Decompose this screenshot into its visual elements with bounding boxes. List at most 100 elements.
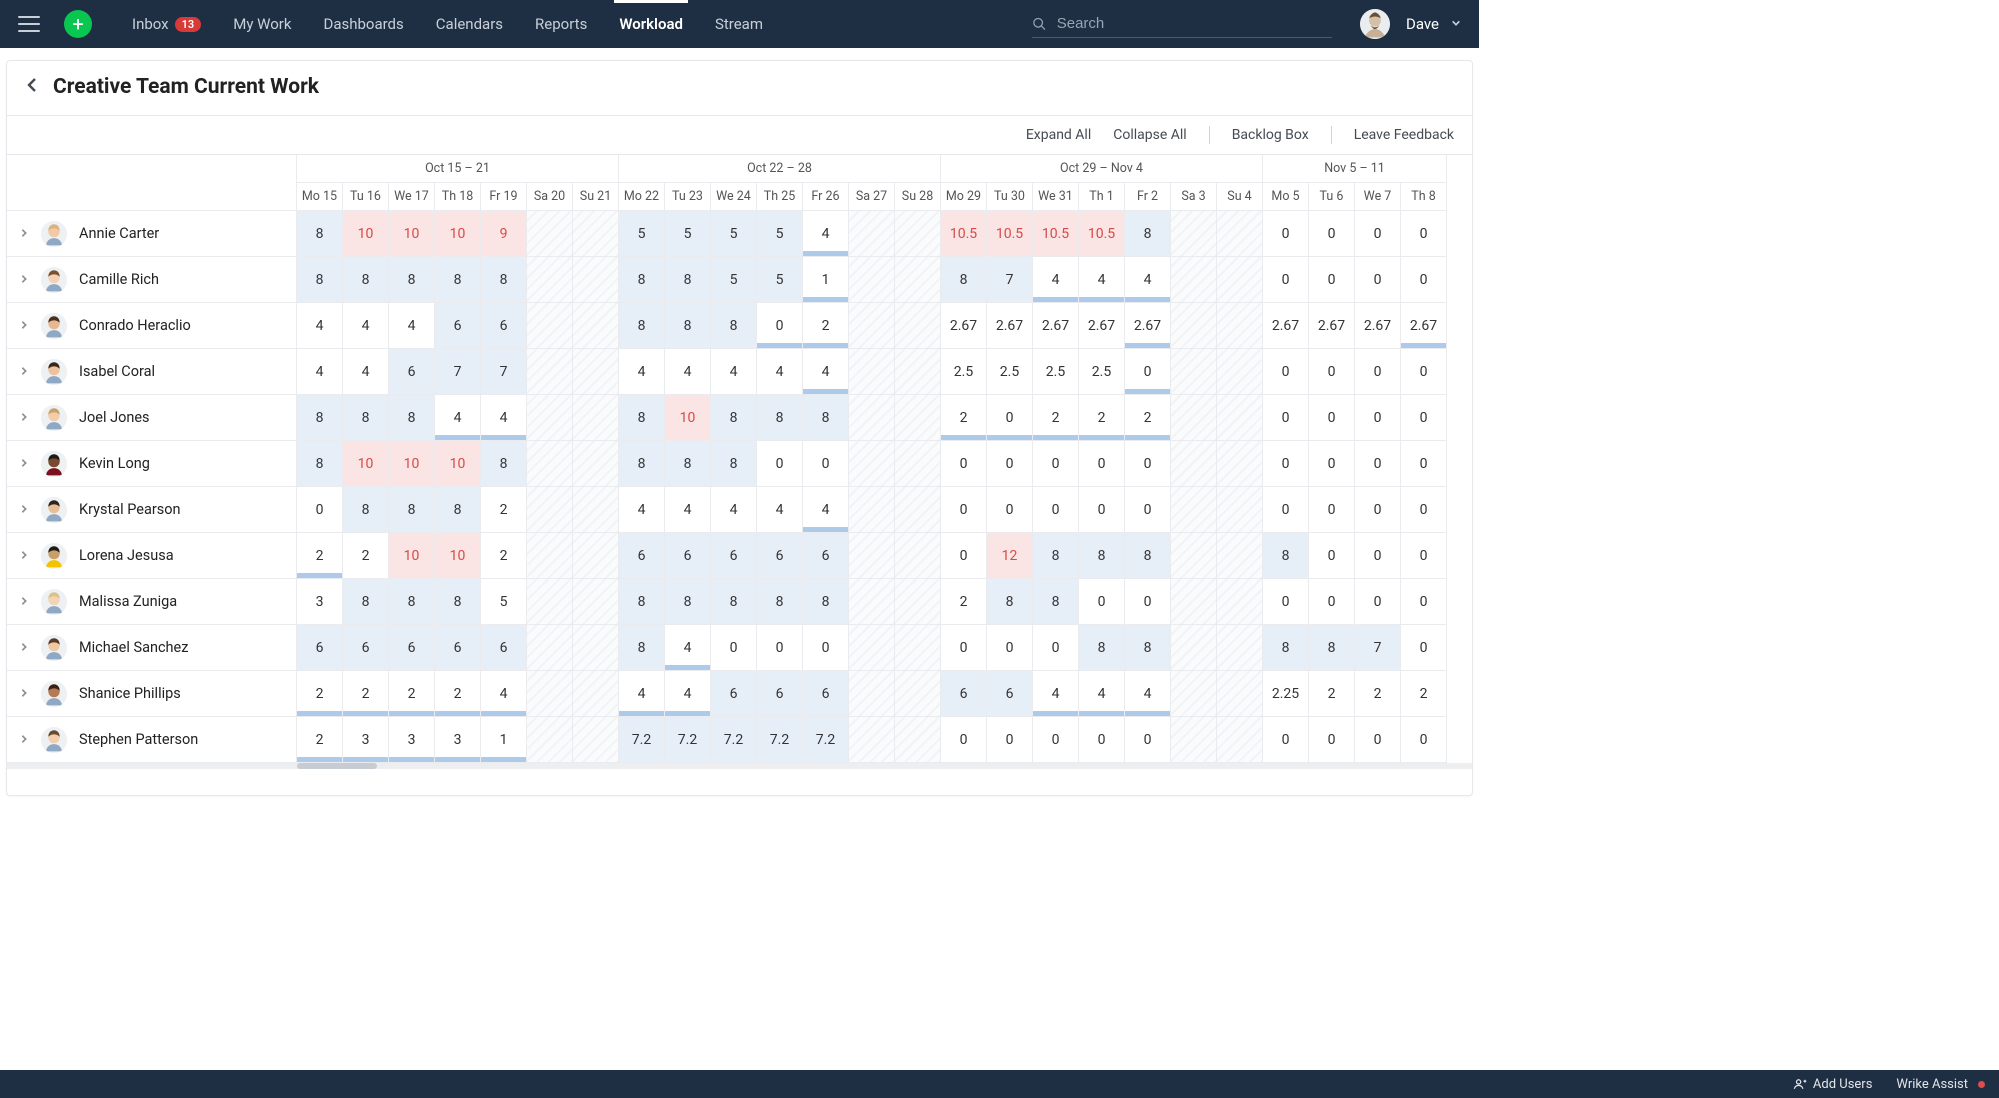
person-cell[interactable]: Malissa Zuniga — [7, 579, 297, 625]
workload-cell[interactable]: 0 — [1309, 717, 1355, 763]
workload-cell[interactable]: 3 — [297, 579, 343, 625]
workload-cell[interactable]: 7 — [987, 257, 1033, 303]
workload-cell[interactable]: 0 — [1309, 349, 1355, 395]
wrike-assist-button[interactable]: Wrike Assist — [1896, 1077, 1985, 1092]
workload-cell[interactable]: 0 — [1309, 441, 1355, 487]
workload-cell[interactable]: 0 — [1401, 257, 1447, 303]
nav-item-workload[interactable]: Workload — [605, 0, 697, 48]
chevron-right-icon[interactable] — [19, 272, 29, 288]
workload-cell[interactable]: 8 — [619, 625, 665, 671]
workload-cell[interactable]: 0 — [1401, 579, 1447, 625]
chevron-down-icon[interactable] — [1451, 16, 1461, 32]
nav-item-dashboards[interactable]: Dashboards — [309, 0, 417, 48]
workload-cell[interactable]: 8 — [803, 579, 849, 625]
workload-cell[interactable]: 6 — [757, 533, 803, 579]
workload-cell[interactable]: 8 — [665, 257, 711, 303]
workload-cell[interactable]: 8 — [481, 257, 527, 303]
workload-cell[interactable]: 4 — [757, 487, 803, 533]
workload-cell[interactable]: 0 — [1125, 717, 1171, 763]
workload-cell[interactable]: 4 — [343, 349, 389, 395]
workload-cell[interactable]: 8 — [665, 441, 711, 487]
workload-cell[interactable]: 7.2 — [665, 717, 711, 763]
workload-cell[interactable]: 2.67 — [1079, 303, 1125, 349]
workload-cell[interactable]: 4 — [757, 349, 803, 395]
workload-cell[interactable]: 0 — [1263, 395, 1309, 441]
workload-cell[interactable]: 2 — [297, 671, 343, 717]
workload-cell[interactable]: 8 — [619, 257, 665, 303]
person-cell[interactable]: Michael Sanchez — [7, 625, 297, 671]
workload-cell[interactable]: 2.67 — [1309, 303, 1355, 349]
workload-cell[interactable]: 0 — [1033, 625, 1079, 671]
workload-cell[interactable]: 10 — [389, 533, 435, 579]
workload-cell[interactable]: 7.2 — [757, 717, 803, 763]
search-input[interactable] — [1055, 14, 1332, 33]
workload-cell[interactable]: 7 — [481, 349, 527, 395]
search-field[interactable] — [1032, 10, 1332, 38]
workload-cell[interactable]: 8 — [435, 257, 481, 303]
expand-all-link[interactable]: Expand All — [1026, 127, 1091, 143]
workload-cell[interactable]: 0 — [1079, 487, 1125, 533]
workload-cell[interactable]: 0 — [1355, 487, 1401, 533]
workload-cell[interactable]: 0 — [803, 441, 849, 487]
workload-cell[interactable]: 8 — [757, 395, 803, 441]
workload-cell[interactable]: 0 — [1079, 579, 1125, 625]
workload-cell[interactable]: 0 — [987, 441, 1033, 487]
workload-cell[interactable]: 0 — [987, 395, 1033, 441]
chevron-right-icon[interactable] — [19, 686, 29, 702]
person-cell[interactable]: Shanice Phillips — [7, 671, 297, 717]
workload-cell[interactable]: 4 — [619, 487, 665, 533]
workload-cell[interactable]: 10 — [343, 441, 389, 487]
nav-item-my-work[interactable]: My Work — [219, 0, 305, 48]
workload-cell[interactable]: 8 — [1079, 625, 1125, 671]
workload-cell[interactable]: 8 — [481, 441, 527, 487]
workload-cell[interactable]: 4 — [1125, 257, 1171, 303]
workload-cell[interactable]: 0 — [297, 487, 343, 533]
workload-cell[interactable]: 4 — [389, 303, 435, 349]
workload-cell[interactable]: 0 — [1401, 533, 1447, 579]
workload-cell[interactable]: 3 — [389, 717, 435, 763]
workload-cell[interactable]: 2 — [343, 671, 389, 717]
workload-cell[interactable]: 8 — [619, 441, 665, 487]
workload-cell[interactable]: 6 — [435, 625, 481, 671]
nav-item-reports[interactable]: Reports — [521, 0, 601, 48]
workload-cell[interactable]: 7 — [1355, 625, 1401, 671]
chevron-right-icon[interactable] — [19, 548, 29, 564]
workload-cell[interactable]: 10 — [435, 211, 481, 257]
workload-cell[interactable]: 8 — [757, 579, 803, 625]
workload-cell[interactable]: 0 — [1355, 579, 1401, 625]
workload-cell[interactable]: 2 — [297, 717, 343, 763]
workload-cell[interactable]: 9 — [481, 211, 527, 257]
workload-cell[interactable]: 6 — [343, 625, 389, 671]
workload-cell[interactable]: 0 — [987, 625, 1033, 671]
workload-cell[interactable]: 8 — [1263, 625, 1309, 671]
workload-cell[interactable]: 10 — [435, 533, 481, 579]
workload-cell[interactable]: 0 — [1355, 349, 1401, 395]
workload-cell[interactable]: 6 — [481, 625, 527, 671]
workload-cell[interactable]: 8 — [389, 257, 435, 303]
person-cell[interactable]: Kevin Long — [7, 441, 297, 487]
person-cell[interactable]: Lorena Jesusa — [7, 533, 297, 579]
chevron-right-icon[interactable] — [19, 410, 29, 426]
workload-cell[interactable]: 4 — [665, 349, 711, 395]
workload-cell[interactable]: 2 — [1033, 395, 1079, 441]
chevron-right-icon[interactable] — [19, 640, 29, 656]
workload-cell[interactable]: 8 — [619, 579, 665, 625]
workload-cell[interactable]: 1 — [803, 257, 849, 303]
workload-cell[interactable]: 2.25 — [1263, 671, 1309, 717]
workload-cell[interactable]: 4 — [1079, 257, 1125, 303]
workload-cell[interactable]: 6 — [619, 533, 665, 579]
workload-cell[interactable]: 8 — [343, 257, 389, 303]
workload-cell[interactable]: 2 — [343, 533, 389, 579]
workload-cell[interactable]: 0 — [1263, 487, 1309, 533]
workload-cell[interactable]: 6 — [435, 303, 481, 349]
workload-cell[interactable]: 6 — [803, 671, 849, 717]
workload-cell[interactable]: 2 — [389, 671, 435, 717]
person-cell[interactable]: Conrado Heraclio — [7, 303, 297, 349]
workload-cell[interactable]: 8 — [1125, 533, 1171, 579]
chevron-right-icon[interactable] — [19, 456, 29, 472]
workload-cell[interactable]: 6 — [941, 671, 987, 717]
workload-cell[interactable]: 8 — [711, 579, 757, 625]
workload-cell[interactable]: 0 — [1355, 533, 1401, 579]
workload-cell[interactable]: 4 — [665, 671, 711, 717]
workload-cell[interactable]: 2.67 — [1355, 303, 1401, 349]
